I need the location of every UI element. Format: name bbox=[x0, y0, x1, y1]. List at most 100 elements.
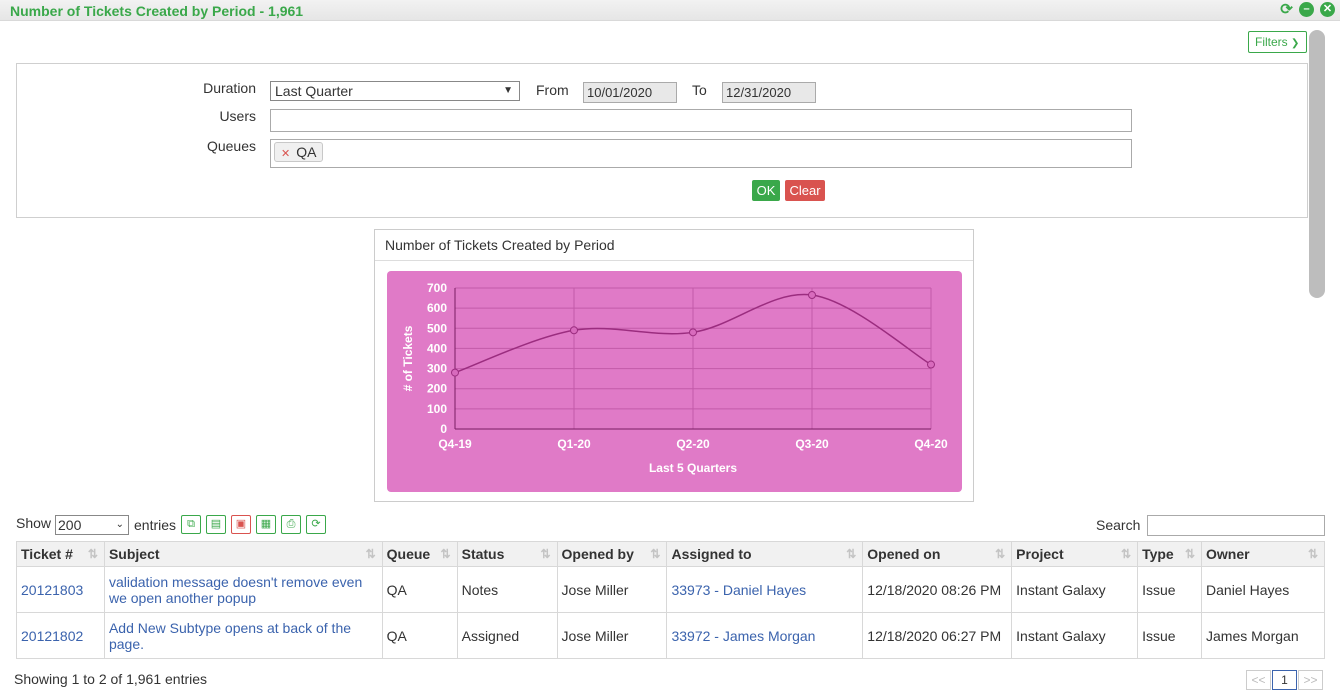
excel-icon: ▤ bbox=[210, 518, 222, 530]
entries-label: entries bbox=[134, 517, 177, 533]
y-tick-label: 100 bbox=[427, 402, 447, 416]
to-date-field[interactable]: 12/31/2020 bbox=[722, 82, 816, 103]
to-label: To bbox=[692, 82, 707, 98]
chevron-down-icon: ❯ bbox=[1291, 38, 1300, 49]
sort-icon: ⇅ bbox=[540, 547, 551, 561]
owner-cell: James Morgan bbox=[1201, 612, 1325, 659]
column-header-subject[interactable]: Subject ⇅ bbox=[103, 541, 383, 567]
print-icon: ⎙ bbox=[286, 518, 296, 530]
x-tick-label: Q4-20 bbox=[914, 437, 948, 451]
subject-link[interactable]: validation message doesn't remove even w… bbox=[109, 574, 362, 606]
remove-tag-icon[interactable]: ✕ bbox=[281, 148, 290, 160]
column-header-queue[interactable]: Queue ⇅ bbox=[381, 541, 458, 567]
column-header-opened-on[interactable]: Opened on ⇅ bbox=[862, 541, 1013, 567]
data-point bbox=[808, 291, 816, 300]
project-cell: Instant Galaxy bbox=[1011, 566, 1139, 613]
y-tick-label: 400 bbox=[427, 341, 447, 355]
assigned-to-link[interactable]: 33973 - Daniel Hayes bbox=[671, 582, 806, 598]
status-cell: Notes bbox=[456, 566, 558, 613]
close-icon[interactable]: ✕ bbox=[1320, 2, 1335, 17]
opened-by-cell: Jose Miller bbox=[556, 566, 668, 613]
users-input[interactable] bbox=[270, 109, 1132, 132]
x-tick-label: Q1-20 bbox=[557, 437, 591, 451]
assigned-to-link[interactable]: 33972 - James Morgan bbox=[671, 628, 815, 644]
queue-cell: QA bbox=[381, 566, 458, 613]
ticket-link[interactable]: 20121803 bbox=[21, 582, 83, 598]
chart-card: Number of Tickets Created by Period 0 100… bbox=[374, 229, 974, 502]
column-header-assigned-to[interactable]: Assigned to ⇅ bbox=[666, 541, 864, 567]
entries-select-value: 200 bbox=[58, 517, 82, 533]
print-button[interactable]: ⎙ bbox=[281, 515, 301, 534]
column-header-ticket[interactable]: Ticket # ⇅ bbox=[16, 541, 105, 567]
data-point bbox=[927, 360, 935, 369]
opened-by-cell: Jose Miller bbox=[556, 612, 668, 659]
from-date-field[interactable]: 10/01/2020 bbox=[583, 82, 677, 103]
x-tick-label: Q4-19 bbox=[438, 437, 472, 451]
window-titlebar: Number of Tickets Created by Period - 1,… bbox=[0, 0, 1340, 21]
column-header-status[interactable]: Status ⇅ bbox=[456, 541, 558, 567]
x-tick-label: Q3-20 bbox=[795, 437, 829, 451]
refresh-icon: ⟳ bbox=[311, 518, 321, 530]
subject-link[interactable]: Add New Subtype opens at back of the pag… bbox=[109, 620, 351, 652]
opened-on-cell: 12/18/2020 06:27 PM bbox=[862, 612, 1013, 659]
sort-icon: ⇅ bbox=[650, 547, 661, 561]
chevron-down-icon: ⌄ bbox=[115, 519, 124, 530]
column-header-opened-by[interactable]: Opened by ⇅ bbox=[556, 541, 668, 567]
owner-cell: Daniel Hayes bbox=[1201, 566, 1325, 613]
pagination-page[interactable]: 1 bbox=[1272, 670, 1297, 690]
ticket-link[interactable]: 20121802 bbox=[21, 628, 83, 644]
line-chart: 0 100 200 300 400 500 600 700 Q4-19 Q1-20 Q2-20 Q3-… bbox=[401, 281, 948, 475]
table-row: 20121803 validation message doesn't remo… bbox=[16, 566, 1325, 613]
table-header-row: Ticket # ⇅ Subject ⇅ Queue ⇅ Status ⇅ Opened… bbox=[16, 541, 1325, 567]
window-title: Number of Tickets Created by Period - 1,… bbox=[10, 3, 304, 19]
x-axis-label: Last 5 Quarters bbox=[649, 461, 737, 475]
duration-select[interactable]: Last Quarter ▼ bbox=[270, 81, 520, 101]
table-info: Showing 1 to 2 of 1,961 entries bbox=[14, 671, 208, 687]
duration-select-value: Last Quarter bbox=[275, 83, 353, 99]
data-point bbox=[689, 328, 697, 337]
excel-export-button[interactable]: ▤ bbox=[206, 515, 226, 534]
pdf-icon: ▣ bbox=[235, 518, 247, 530]
column-header-project[interactable]: Project ⇅ bbox=[1011, 541, 1139, 567]
sort-icon: ⇅ bbox=[846, 547, 857, 561]
sort-icon: ⇅ bbox=[1307, 547, 1318, 561]
pagination-next[interactable]: >> bbox=[1298, 670, 1323, 690]
entries-select[interactable]: 200 ⌄ bbox=[55, 515, 129, 535]
sort-icon: ⇅ bbox=[87, 547, 98, 561]
search-label: Search bbox=[1096, 517, 1141, 533]
dropdown-arrow-icon: ▼ bbox=[503, 85, 513, 96]
column-header-owner[interactable]: Owner ⇅ bbox=[1201, 541, 1325, 567]
queue-cell: QA bbox=[381, 612, 458, 659]
csv-export-button[interactable]: ▦ bbox=[256, 515, 276, 534]
copy-button[interactable]: ⧉ bbox=[181, 515, 201, 534]
y-tick-label: 200 bbox=[427, 382, 447, 396]
search-input[interactable] bbox=[1147, 515, 1325, 536]
clear-button[interactable]: Clear bbox=[785, 180, 825, 201]
y-axis-label: # of Tickets bbox=[401, 325, 415, 391]
scrollbar-thumb[interactable] bbox=[1309, 30, 1325, 298]
reload-button[interactable]: ⟳ bbox=[306, 515, 326, 534]
show-label: Show bbox=[16, 515, 52, 531]
sort-icon: ⇅ bbox=[440, 547, 451, 561]
y-tick-label: 300 bbox=[427, 362, 447, 376]
sort-icon: ⇅ bbox=[365, 547, 376, 561]
column-header-type[interactable]: Type ⇅ bbox=[1137, 541, 1203, 567]
chart-area: 0 100 200 300 400 500 600 700 Q4-19 Q1-20 Q2-20 Q3-… bbox=[387, 271, 962, 492]
document-icon: ▦ bbox=[260, 518, 272, 530]
refresh-icon[interactable]: ⟳ bbox=[1279, 2, 1294, 17]
queues-input[interactable] bbox=[270, 139, 1132, 168]
copy-icon: ⧉ bbox=[187, 518, 195, 530]
sort-icon: ⇅ bbox=[1121, 547, 1132, 561]
filters-toggle-label: Filters bbox=[1255, 35, 1288, 49]
pdf-export-button[interactable]: ▣ bbox=[231, 515, 251, 534]
users-label: Users bbox=[219, 108, 256, 124]
project-cell: Instant Galaxy bbox=[1011, 612, 1139, 659]
minimize-icon[interactable]: – bbox=[1299, 2, 1314, 17]
ok-button[interactable]: OK bbox=[752, 180, 780, 201]
y-tick-label: 700 bbox=[427, 281, 447, 295]
status-cell: Assigned bbox=[456, 612, 558, 659]
pagination-previous[interactable]: << bbox=[1246, 670, 1271, 690]
filters-toggle-button[interactable]: Filters ❯ bbox=[1248, 31, 1307, 53]
queue-tag-label: QA bbox=[296, 144, 317, 160]
sort-icon: ⇅ bbox=[995, 547, 1006, 561]
